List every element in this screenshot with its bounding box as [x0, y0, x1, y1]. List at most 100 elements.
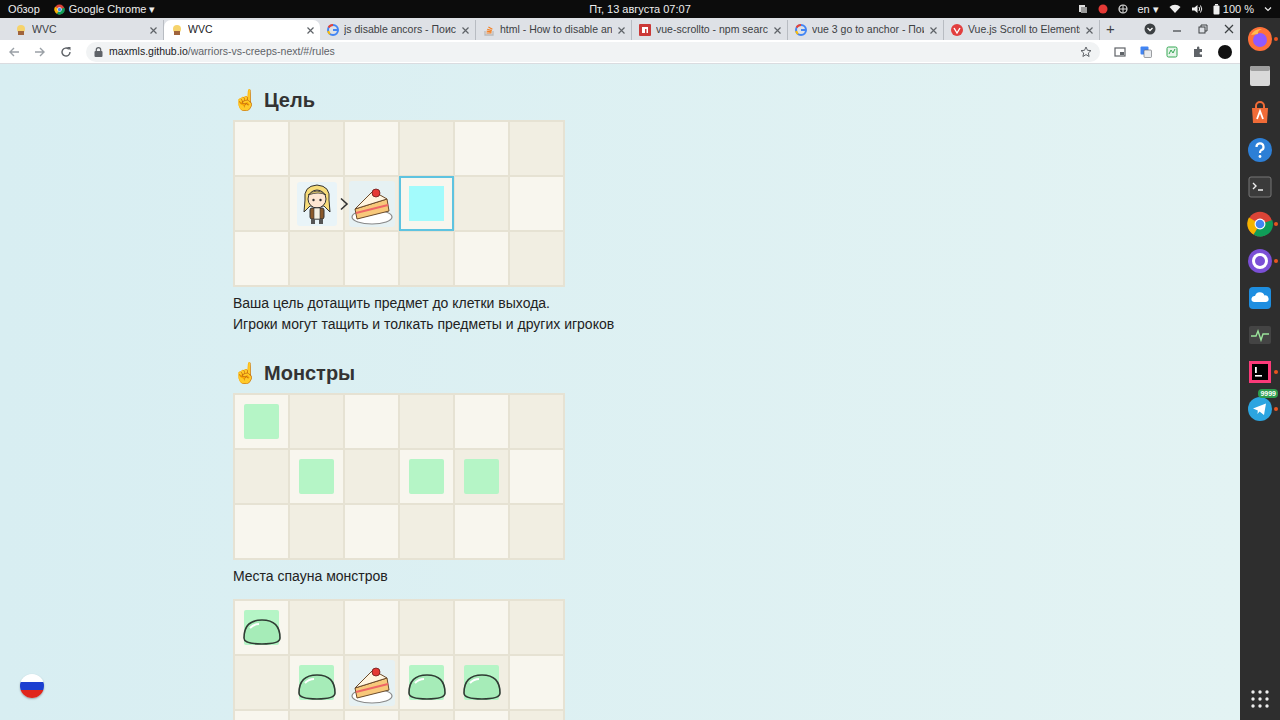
close-tab-icon[interactable]	[617, 26, 626, 35]
extension-icon[interactable]	[1166, 46, 1178, 58]
tab[interactable]: Vue.js Scroll to Elements	[944, 20, 1100, 40]
grid-cell	[234, 504, 289, 559]
dock-item[interactable]	[1240, 211, 1280, 237]
grid-cell	[399, 176, 454, 231]
grid-cell	[399, 504, 454, 559]
clipboard-icon[interactable]	[1078, 4, 1088, 14]
close-tab-icon[interactable]	[773, 26, 782, 35]
dock-item[interactable]	[1240, 359, 1280, 385]
chrome-icon	[54, 4, 65, 15]
dock-item[interactable]	[1240, 285, 1280, 311]
profile-avatar-icon[interactable]	[1218, 45, 1232, 59]
dock-item[interactable]	[1240, 248, 1280, 274]
close-tab-icon[interactable]	[149, 26, 158, 35]
address-bar[interactable]: maxmls.github.io/warriors-vs-creeps-next…	[86, 42, 1100, 62]
tab-label: WVC	[32, 22, 144, 38]
favicon-stackoverflow-icon	[483, 24, 495, 36]
github-icon	[1247, 248, 1273, 274]
dock-item[interactable]	[1240, 63, 1280, 89]
running-dot	[1274, 222, 1278, 226]
grid-cell	[344, 655, 399, 710]
lock-icon[interactable]	[94, 47, 103, 57]
top-bar: Обзор Google Chrome ▾ Пт, 13 августа 07:…	[0, 0, 1280, 18]
grid-cell	[234, 176, 289, 231]
tab[interactable]: vue 3 go to anchor - Пои	[788, 20, 944, 40]
app-menu[interactable]: Google Chrome ▾	[54, 1, 156, 18]
bookmark-star-icon[interactable]	[1080, 46, 1092, 58]
tab-search-icon[interactable]	[1144, 23, 1156, 35]
grid-cell	[509, 600, 564, 655]
spawn-tile	[464, 459, 499, 494]
dock-item[interactable]	[1240, 26, 1280, 52]
grid-cell	[454, 600, 509, 655]
tab[interactable]: html - How to disable anc	[476, 20, 632, 40]
cast-icon[interactable]	[1114, 46, 1126, 58]
back-icon[interactable]	[8, 46, 20, 58]
close-tab-icon[interactable]	[1085, 26, 1094, 35]
restore-icon[interactable]	[1198, 24, 1208, 34]
grid-cell	[509, 121, 564, 176]
globe-icon[interactable]	[1118, 4, 1128, 14]
clock[interactable]: Пт, 13 августа 07:07	[589, 1, 691, 18]
grid-cell	[399, 449, 454, 504]
dock: 9999	[1240, 18, 1280, 720]
favicon-npm-icon	[639, 24, 651, 36]
new-tab-button[interactable]: +	[1106, 18, 1115, 40]
close-tab-icon[interactable]	[929, 26, 938, 35]
grid-cell	[289, 176, 344, 231]
reload-icon[interactable]	[60, 46, 72, 58]
dock-item[interactable]	[1240, 686, 1280, 712]
close-tab-icon[interactable]	[461, 26, 470, 35]
battery-icon[interactable]	[1213, 4, 1220, 15]
slime-icon	[461, 671, 503, 701]
grid-cell	[399, 600, 454, 655]
extensions-puzzle-icon[interactable]	[1192, 46, 1204, 58]
wifi-icon[interactable]	[1169, 4, 1181, 14]
game-board	[233, 393, 565, 560]
running-dot	[1274, 370, 1278, 374]
cake-icon	[349, 660, 395, 706]
grid-cell	[234, 600, 289, 655]
minimize-icon[interactable]	[1172, 24, 1182, 34]
close-window-icon[interactable]	[1224, 24, 1234, 34]
tab-label: vue-scrollto - npm search	[656, 22, 768, 38]
running-dot	[1274, 37, 1278, 41]
exit-tile	[409, 186, 444, 221]
system-menu-icon[interactable]	[1264, 5, 1272, 13]
section-heading: ☝Монстры	[233, 359, 1240, 387]
grid-cell	[454, 710, 509, 720]
section-title: Цель	[264, 86, 315, 114]
tab[interactable]: WVC	[8, 20, 164, 40]
grid-cell	[234, 394, 289, 449]
keyboard-layout[interactable]: en ▾	[1138, 1, 1159, 18]
help-icon	[1247, 137, 1273, 163]
grid-cell	[454, 394, 509, 449]
activities-button[interactable]: Обзор	[8, 1, 40, 18]
dock-item[interactable]	[1240, 137, 1280, 163]
dock-item[interactable]: 9999	[1240, 396, 1280, 422]
translate-icon[interactable]	[1140, 46, 1152, 58]
grid-cell	[289, 121, 344, 176]
tab[interactable]: js disable ancors - Поиск	[320, 20, 476, 40]
grid-cell	[454, 231, 509, 286]
record-icon[interactable]	[1098, 4, 1108, 14]
grid-cell	[234, 231, 289, 286]
running-dot	[1274, 697, 1278, 701]
tab[interactable]: WVC	[164, 20, 320, 40]
volume-icon[interactable]	[1191, 4, 1203, 14]
rules-section: ☝МонстрыМеста спауна монстров	[233, 359, 1240, 720]
grid-cell	[289, 655, 344, 710]
files-icon	[1247, 63, 1273, 89]
grid-cell	[509, 231, 564, 286]
running-dot	[1274, 148, 1278, 152]
dock-item[interactable]	[1240, 174, 1280, 200]
close-tab-icon[interactable]	[306, 26, 315, 35]
grid-cell	[234, 449, 289, 504]
dock-item[interactable]	[1240, 322, 1280, 348]
tab[interactable]: vue-scrollto - npm search	[632, 20, 788, 40]
language-flag-icon[interactable]	[20, 674, 44, 698]
forward-icon[interactable]	[34, 46, 46, 58]
grid-cell	[454, 655, 509, 710]
dock-item[interactable]	[1240, 100, 1280, 126]
grid-cell	[344, 710, 399, 720]
